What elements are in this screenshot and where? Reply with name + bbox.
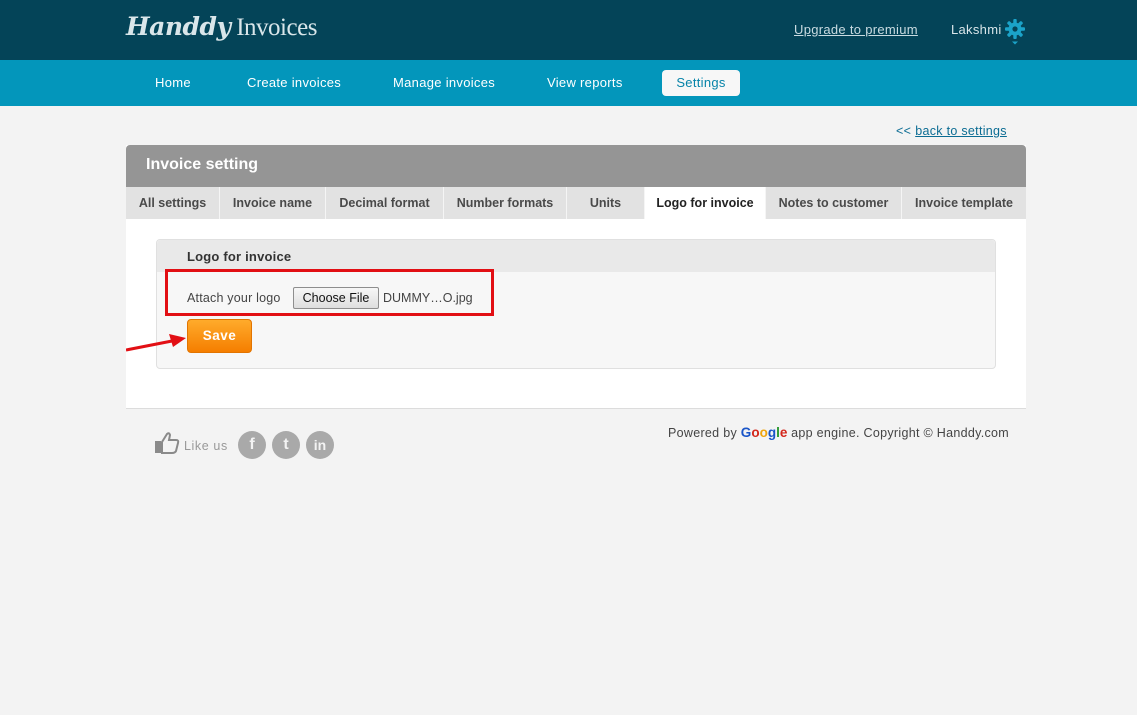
annotation-arrow-icon bbox=[126, 334, 186, 352]
tab-number-formats[interactable]: Number formats bbox=[444, 187, 567, 219]
powered-prefix: Powered by bbox=[668, 426, 741, 440]
upgrade-premium-link[interactable]: Upgrade to premium bbox=[794, 22, 918, 37]
save-button[interactable]: Save bbox=[187, 319, 252, 353]
logo-settings-box: Logo for invoice Attach your logo Choose… bbox=[156, 239, 996, 369]
invoice-setting-panel: Invoice setting All settings Invoice nam… bbox=[126, 145, 1026, 409]
tab-units[interactable]: Units bbox=[567, 187, 645, 219]
annotation-highlight-box bbox=[165, 269, 494, 316]
panel-header: Invoice setting bbox=[126, 145, 1026, 187]
tab-logo-for-invoice[interactable]: Logo for invoice bbox=[645, 187, 766, 219]
logo-box-header: Logo for invoice bbox=[157, 240, 995, 272]
back-link-label: back to settings bbox=[915, 124, 1007, 138]
powered-by-text: Powered by Google app engine. Copyright … bbox=[668, 425, 1009, 440]
facebook-icon[interactable]: f bbox=[238, 431, 266, 459]
nav-create-invoices[interactable]: Create invoices bbox=[247, 70, 341, 96]
double-chevron-left-icon: << bbox=[896, 124, 912, 138]
user-name[interactable]: Lakshmi bbox=[951, 22, 1002, 37]
nav-home[interactable]: Home bbox=[155, 70, 191, 96]
tab-invoice-template[interactable]: Invoice template bbox=[902, 187, 1026, 219]
twitter-icon[interactable]: t bbox=[272, 431, 300, 459]
nav-view-reports[interactable]: View reports bbox=[547, 70, 623, 96]
linkedin-icon[interactable]: in bbox=[306, 431, 334, 459]
nav-manage-invoices[interactable]: Manage invoices bbox=[393, 70, 495, 96]
tab-notes-to-customer[interactable]: Notes to customer bbox=[766, 187, 902, 219]
tab-invoice-name[interactable]: Invoice name bbox=[220, 187, 326, 219]
settings-tabs: All settings Invoice name Decimal format… bbox=[126, 187, 1026, 219]
google-logo: Google bbox=[740, 425, 788, 440]
logo-script-text: Handdy bbox=[126, 12, 231, 41]
nav-settings[interactable]: Settings bbox=[662, 70, 740, 96]
tab-all-settings[interactable]: All settings bbox=[126, 187, 220, 219]
thumbs-up-icon bbox=[155, 432, 180, 454]
app-logo[interactable]: Handdy Invoices bbox=[126, 12, 317, 42]
panel-title: Invoice setting bbox=[146, 156, 259, 173]
powered-suffix: app engine. Copyright © Handdy.com bbox=[787, 426, 1010, 440]
back-to-settings-link[interactable]: << back to settings bbox=[896, 124, 1007, 138]
logo-plain-text: Invoices bbox=[230, 14, 317, 41]
gear-icon[interactable] bbox=[1004, 18, 1026, 46]
like-us-label: Like us bbox=[184, 439, 228, 453]
logo-box-title: Logo for invoice bbox=[187, 249, 292, 264]
tab-decimal-format[interactable]: Decimal format bbox=[326, 187, 444, 219]
